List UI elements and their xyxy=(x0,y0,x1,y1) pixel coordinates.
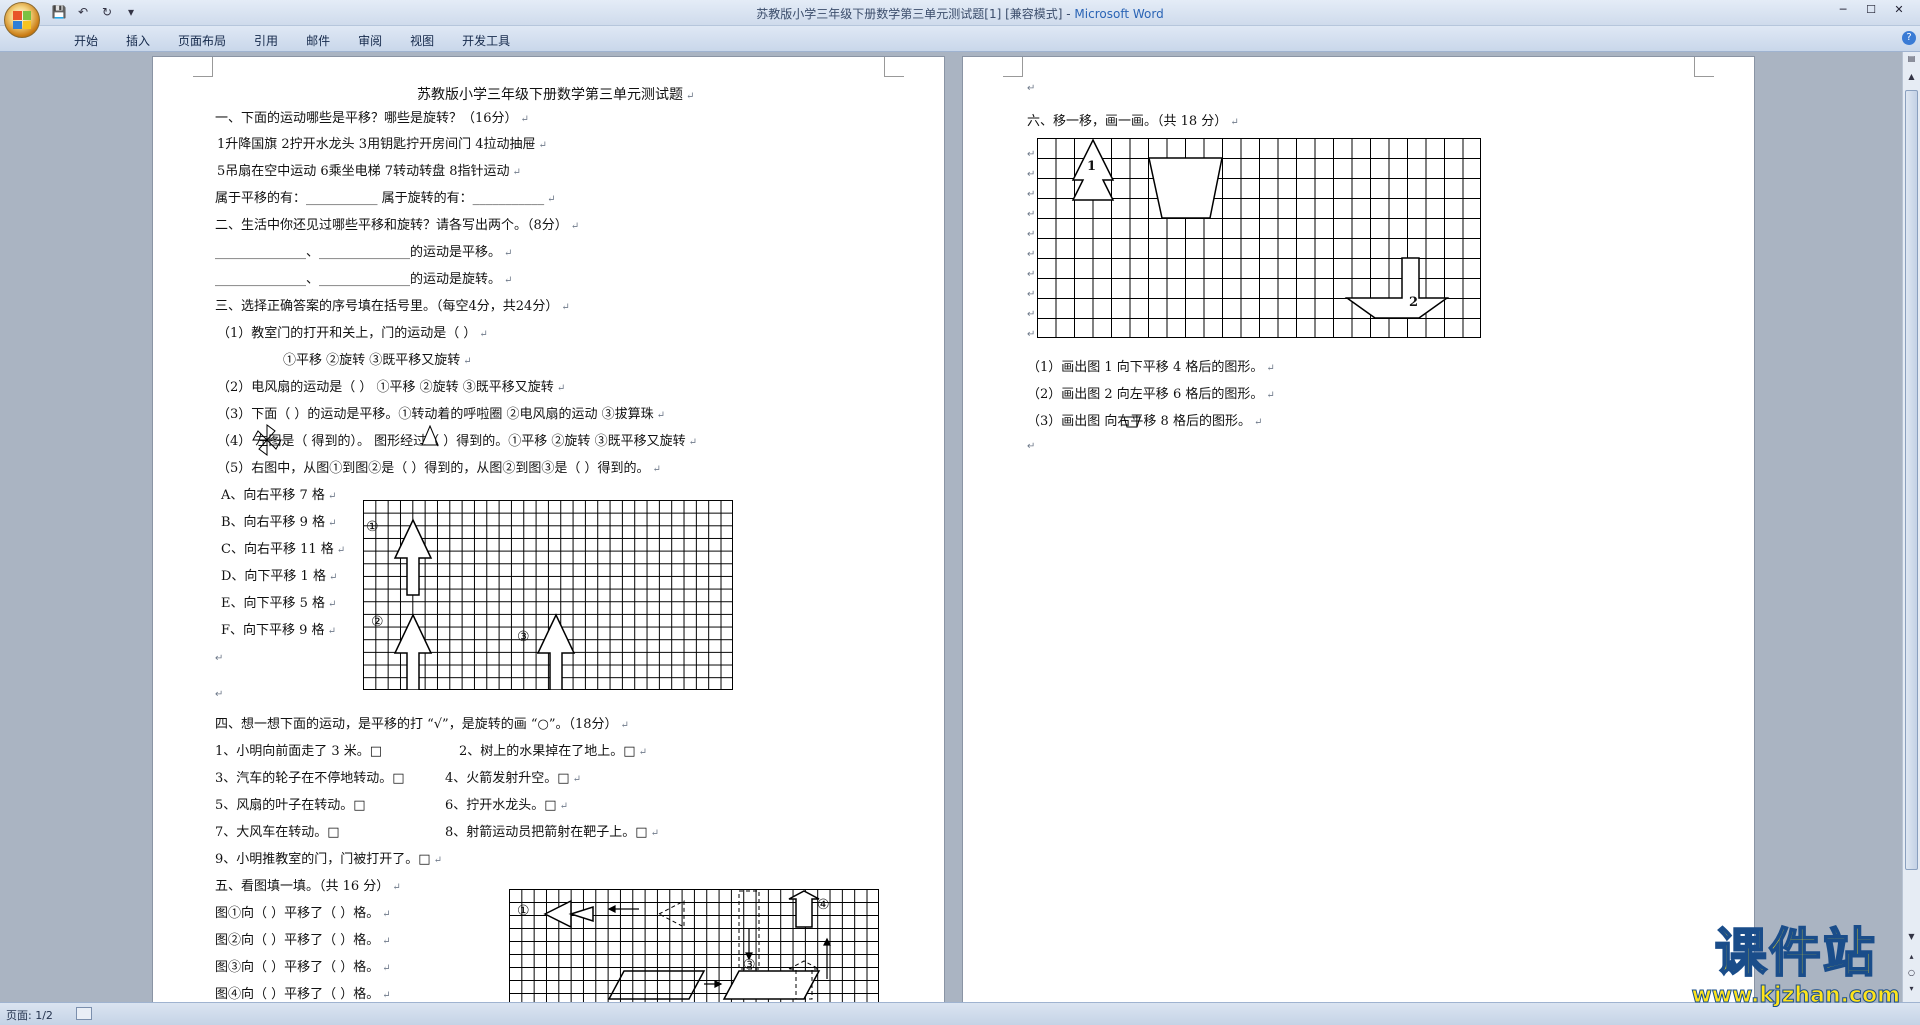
q4-item-3: 3、汽车的轮子在不停地转动。□ xyxy=(215,771,405,786)
q2-row-2: ______________、______________的运动是旋转。 ↵ xyxy=(215,272,513,287)
q4-item-4: 4、火箭发射升空。□ ↵ xyxy=(445,771,581,786)
page-count[interactable]: 页面: 1/2 xyxy=(6,1007,53,1023)
q4-item-7: 7、大风车在转动。□ xyxy=(215,825,340,840)
tab-references[interactable]: 引用 xyxy=(240,30,292,51)
q5-fig-label-1: ① xyxy=(517,903,530,919)
q6-fig-label-1: 1 xyxy=(1087,159,1097,174)
q1-row-3: 属于平移的有：___________ 属于旋转的有：___________ ↵ xyxy=(215,191,556,206)
paragraph-mark: ↵ xyxy=(215,653,224,664)
q4-heading: 四、想一想下面的运动，是平移的打 “√”，是旋转的画 “○”。（18分） ↵ xyxy=(215,717,629,732)
margin-corner-mark xyxy=(193,57,213,77)
q3-heading: 三、选择正确答案的序号填在括号里。（每空4分，共24分） ↵ xyxy=(215,299,570,314)
option-d: D、向下平移 1 格 ↵ xyxy=(221,569,338,584)
ribbon-bar: 开始 插入 页面布局 引用 邮件 审阅 视图 开发工具 ? xyxy=(0,26,1920,52)
q4-item-5: 5、风扇的叶子在转动。□ xyxy=(215,798,366,813)
title-bar: 💾 ↶ ↻ ▾ 苏教版小学三年级下册数学第三单元测试题[1] [兼容模式] - … xyxy=(0,0,1920,38)
q2-row-1: ______________、______________的运动是平移。 ↵ xyxy=(215,245,513,260)
minimize-icon[interactable]: ─ xyxy=(1830,1,1856,19)
next-page-icon[interactable]: ▾ xyxy=(1905,984,1918,998)
maximize-icon[interactable]: ☐ xyxy=(1858,1,1884,19)
q4-item-2: 2、树上的水果掉在了地上。□ ↵ xyxy=(459,744,647,759)
q6-item-2: （2）画出图 2 向左平移 6 格后的图形。 ↵ xyxy=(1027,387,1275,402)
q5-item-4: 图④向（ ）平移了（ ）格。 ↵ xyxy=(215,987,391,1002)
tab-developer[interactable]: 开发工具 xyxy=(448,30,524,51)
document-title: 苏教版小学三年级下册数学第三单元测试题[1] [兼容模式] - xyxy=(756,7,1075,21)
q4-item-6: 6、拧开水龙头。□ ↵ xyxy=(445,798,568,813)
q3-fig-label-2: ② xyxy=(371,614,384,630)
small-trapezoid-icon xyxy=(1123,416,1141,428)
watermark-url: www.kjzhan.com xyxy=(1691,983,1901,1009)
q5-heading: 五、看图填一填。（共 16 分） ↵ xyxy=(215,879,401,894)
paragraph-mark: ↵ xyxy=(215,689,224,700)
app-name: Microsoft Word xyxy=(1074,7,1164,21)
page-title: 苏教版小学三年级下册数学第三单元测试题 ↵ xyxy=(417,87,695,103)
q3-sub-2: （2）电风扇的运动是（ ） ①平移 ②旋转 ③既平移又旋转 ↵ xyxy=(217,380,566,395)
paragraph-marks-column: ↵ ↵ ↵ ↵ ↵ ↵ ↵ ↵ ↵ ↵ xyxy=(1027,149,1036,340)
q4-item-1: 1、小明向前面走了 3 米。□ xyxy=(215,744,383,759)
tab-review[interactable]: 审阅 xyxy=(344,30,396,51)
q3-fig-label-1: ① xyxy=(366,519,379,535)
watermark-logo: 课件站 www.kjzhan.com xyxy=(1691,924,1901,1009)
option-a: A、向右平移 7 格 ↵ xyxy=(221,488,337,503)
q5-item-1: 图①向（ ）平移了（ ）格。 ↵ xyxy=(215,906,391,921)
q2-heading: 二、生活中你还见过哪些平移和旋转？请各写出两个。（8分） ↵ xyxy=(215,218,580,233)
q5-fig-label-4: ④ xyxy=(817,897,830,913)
q6-item-3: （3）画出图 向右平移 8 格后的图形。 ↵ xyxy=(1027,414,1263,429)
tab-page-layout[interactable]: 页面布局 xyxy=(164,30,240,51)
tab-view[interactable]: 视图 xyxy=(396,30,448,51)
proofing-icon[interactable] xyxy=(76,1007,92,1020)
paragraph-mark: ↵ xyxy=(1027,83,1036,94)
office-logo-icon xyxy=(13,11,31,29)
previous-page-icon[interactable]: ▴ xyxy=(1905,952,1918,966)
scroll-thumb[interactable] xyxy=(1905,90,1918,870)
q3-sub-5: （5）右图中，从图①到图②是（ ）得到的，从图②到图③是（ ）得到的。 ↵ xyxy=(217,461,661,476)
close-icon[interactable]: ✕ xyxy=(1886,1,1912,19)
q6-heading: 六、移一移，画一画。（共 18 分） ↵ xyxy=(1027,114,1239,129)
q1-heading: 一、下面的运动哪些是平移？哪些是旋转？（16分） ↵ xyxy=(215,111,529,126)
option-f: F、向下平移 9 格 ↵ xyxy=(221,623,336,638)
margin-corner-mark xyxy=(1003,57,1023,77)
browse-object-icon[interactable]: ○ xyxy=(1905,968,1918,982)
help-icon[interactable]: ? xyxy=(1902,31,1916,45)
document-page-1[interactable]: 苏教版小学三年级下册数学第三单元测试题 ↵ 一、下面的运动哪些是平移？哪些是旋转？… xyxy=(152,56,945,1002)
scroll-up-icon[interactable]: ▲ xyxy=(1905,72,1918,86)
option-c: C、向右平移 11 格 ↵ xyxy=(221,542,346,557)
tab-mailings[interactable]: 邮件 xyxy=(292,30,344,51)
window-controls: ─ ☐ ✕ xyxy=(1830,1,1912,19)
document-page-2[interactable]: ↵ 六、移一移，画一画。（共 18 分） ↵ 1 2 ↵ ↵ ↵ ↵ ↵ ↵ ↵ ↵ ↵ ↵ （1）… xyxy=(962,56,1755,1002)
q5-item-3: 图③向（ ）平移了（ ）格。 ↵ xyxy=(215,960,391,975)
margin-corner-mark xyxy=(884,57,904,77)
paragraph-mark: ↵ xyxy=(1027,441,1036,452)
office-button[interactable] xyxy=(4,2,40,38)
q1-row-1: 1升降国旗 2拧开水龙头 3用钥匙拧开房间门 4拉动抽屉 ↵ xyxy=(217,137,547,152)
triangle-icon xyxy=(421,425,439,446)
q3-arrows xyxy=(393,518,576,690)
q4-item-9: 9、小明推教室的门，门被打开了。□ ↵ xyxy=(215,852,442,867)
q6-item-1: （1）画出图 1 向下平移 4 格后的图形。 ↵ xyxy=(1027,360,1275,375)
ribbon-tabs: 开始 插入 页面布局 引用 邮件 审阅 视图 开发工具 xyxy=(60,30,524,51)
tab-home[interactable]: 开始 xyxy=(60,30,112,51)
q6-fig-label-2: 2 xyxy=(1409,295,1419,310)
watermark-title: 课件站 xyxy=(1714,924,1877,984)
q5-item-2: 图②向（ ）平移了（ ）格。 ↵ xyxy=(215,933,391,948)
q5-fig-label-3: ③ xyxy=(743,957,756,973)
q4-item-8: 8、射箭运动员把箭射在靶子上。□ ↵ xyxy=(445,825,659,840)
q1-row-2: 5吊扇在空中运动 6乘坐电梯 7转动转盘 8指针运动 ↵ xyxy=(217,164,521,179)
scroll-down-icon[interactable]: ▼ xyxy=(1905,932,1918,946)
window-title: 苏教版小学三年级下册数学第三单元测试题[1] [兼容模式] - Microsof… xyxy=(0,5,1920,22)
margin-corner-mark xyxy=(1694,57,1714,77)
windmill-icon xyxy=(252,424,282,456)
option-b: B、向右平移 9 格 ↵ xyxy=(221,515,337,530)
tab-insert[interactable]: 插入 xyxy=(112,30,164,51)
q3-sub-1: （1）教室门的打开和关上，门的运动是（ ） ↵ xyxy=(217,326,488,341)
ruler-toggle-icon[interactable]: ▤ xyxy=(1905,54,1918,68)
status-bar: 页面: 1/2 xyxy=(0,1002,1920,1025)
document-workspace: 苏教版小学三年级下册数学第三单元测试题 ↵ 一、下面的运动哪些是平移？哪些是旋转？… xyxy=(0,52,1902,1002)
vertical-scrollbar[interactable]: ▤ ▲ ▼ ▴ ○ ▾ xyxy=(1902,52,1920,1002)
option-e: E、向下平移 5 格 ↵ xyxy=(221,596,337,611)
q3-fig-label-3: ③ xyxy=(517,629,530,645)
q3-sub-3: （3）下面（ ）的运动是平移。①转动着的呼啦圈 ②电风扇的运动 ③拔算珠 ↵ xyxy=(217,407,666,422)
q3-sub-1-options: ①平移 ②旋转 ③既平移又旋转 ↵ xyxy=(283,353,472,368)
q3-sub-4: （4） 左图是（ 得到的）。 图形经过（ ）得到的。①平移 ②旋转 ③既平移又旋… xyxy=(217,434,697,449)
